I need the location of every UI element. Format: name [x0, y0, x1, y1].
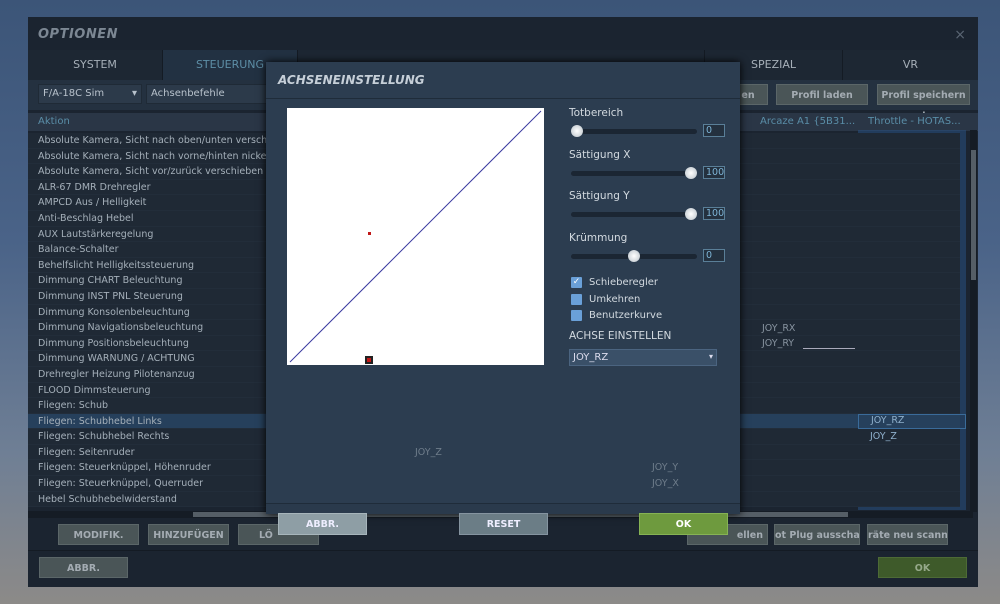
modify-button[interactable]: MODIFIK.: [58, 524, 139, 545]
hot-plug-button[interactable]: ot Plug ausschalte: [774, 524, 860, 545]
cancel-button[interactable]: ABBR.: [39, 557, 128, 578]
tab-system[interactable]: SYSTEM: [28, 50, 163, 80]
current-position-marker: [368, 232, 371, 235]
slider-value-field[interactable]: 100: [703, 207, 725, 220]
slider-label: Sättigung Y: [569, 190, 630, 202]
chevron-down-icon: ▾: [131, 88, 137, 99]
input-marker-dot: [367, 358, 371, 362]
save-profile-as-button[interactable]: Profil speichern als: [877, 84, 970, 122]
cell-joy-rz[interactable]: JOY_RZ: [858, 414, 966, 429]
divider: [28, 550, 978, 551]
slider-label: Totbereich: [569, 107, 624, 119]
category-value: Achsenbefehle: [151, 88, 225, 99]
cell-querruder[interactable]: JOY_X: [652, 478, 679, 489]
underline: [803, 348, 855, 349]
rescan-devices-button[interactable]: räte neu scanne: [867, 524, 948, 545]
cell-hoehenruder[interactable]: JOY_Y: [652, 462, 678, 473]
category-select[interactable]: Achsenbefehle: [146, 84, 276, 104]
reset-button[interactable]: RESET: [459, 513, 548, 535]
slider-handle[interactable]: [685, 166, 697, 179]
checkbox-2[interactable]: [571, 310, 582, 321]
slider-3[interactable]: [571, 249, 697, 262]
axis-select-value: JOY_RZ: [573, 352, 609, 363]
slider-handle[interactable]: [628, 249, 640, 262]
axis-curve-plot: [287, 108, 544, 365]
axis-label: ACHSE EINSTELLEN: [569, 330, 672, 342]
slider-label: Krümmung: [569, 231, 628, 244]
slider-value-field[interactable]: 100: [703, 165, 725, 179]
axis-settings-dialog: ACHSENEINSTELLUNG Totbereich 0 Sättigung …: [266, 62, 740, 535]
chevron-down-icon: ▾: [708, 352, 713, 361]
slider-value-field[interactable]: 0: [703, 124, 725, 137]
slider-1[interactable]: [571, 166, 697, 179]
window-title: OPTIONEN: [38, 27, 118, 42]
response-curve: [289, 110, 542, 363]
checkbox-label: Umkehren: [589, 293, 641, 305]
slider-handle[interactable]: [571, 125, 583, 137]
cell-joy-z[interactable]: JOY_Z: [870, 431, 897, 442]
slider-label: Sättigung X: [569, 148, 631, 161]
cell-joy-ry[interactable]: JOY_RY: [762, 338, 794, 349]
dialog-ok-button[interactable]: OK: [639, 513, 728, 535]
cell-joy-rx[interactable]: JOY_RX: [762, 323, 795, 334]
checkbox-0[interactable]: ✓: [571, 277, 582, 288]
close-icon[interactable]: ×: [954, 27, 966, 43]
ok-button[interactable]: OK: [878, 557, 967, 578]
checkbox-1[interactable]: [571, 293, 582, 305]
add-button[interactable]: HINZUFÜGEN: [148, 524, 229, 545]
column-throttle[interactable]: Throttle - HOTAS...: [868, 113, 961, 131]
slider-2[interactable]: [571, 208, 697, 220]
slider-handle[interactable]: [685, 208, 697, 220]
vertical-scrollbar[interactable]: [970, 130, 977, 512]
slider-value-field[interactable]: 0: [703, 248, 725, 262]
axis-select[interactable]: JOY_RZ ▾: [569, 349, 717, 366]
checkbox-label: Benutzerkurve: [589, 310, 663, 321]
cell-seitenruder[interactable]: JOY_Z: [415, 447, 442, 458]
slider-0[interactable]: [571, 125, 697, 137]
aircraft-select[interactable]: F/A-18C Sim ▾: [38, 84, 142, 104]
load-profile-button[interactable]: Profil laden: [776, 84, 868, 105]
checkbox-label: Schieberegler: [589, 277, 659, 288]
dialog-title: ACHSENEINSTELLUNG: [278, 73, 425, 87]
column-aktion[interactable]: Aktion: [38, 113, 70, 131]
axis-controls: Totbereich 0 Sättigung X 100 Sättigung Y 1…: [569, 107, 729, 377]
tab-vr[interactable]: VR: [843, 50, 978, 80]
aircraft-value: F/A-18C Sim: [43, 88, 105, 99]
column-arcaze[interactable]: Arcaze A1 {5B31...: [760, 113, 855, 131]
dialog-cancel-button[interactable]: ABBR.: [278, 513, 367, 535]
